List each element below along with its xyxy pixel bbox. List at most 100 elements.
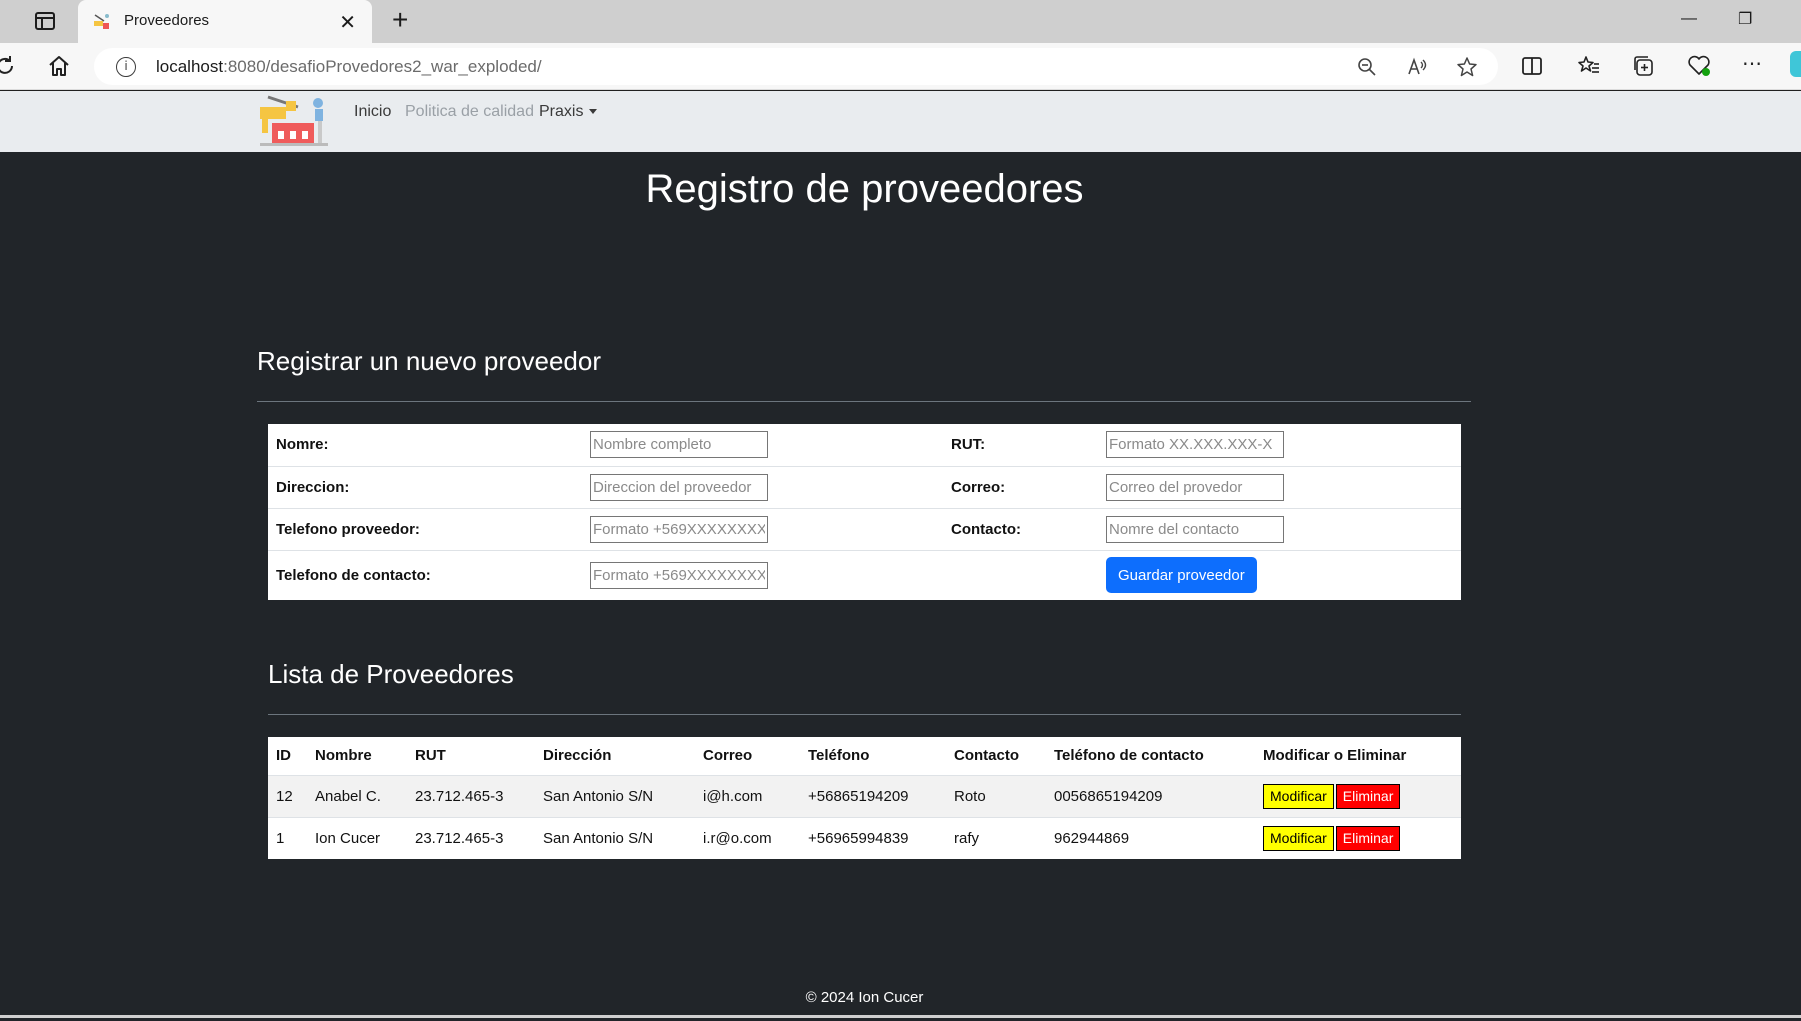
telefono-input[interactable] <box>590 515 768 543</box>
cell-nombre: Anabel C. <box>307 775 407 818</box>
direccion-input[interactable] <box>590 473 768 501</box>
telefono-cell <box>582 508 943 551</box>
cell-nombre: Ion Cucer <box>315 829 381 847</box>
cell-id: 12 <box>268 775 307 818</box>
empty-cell <box>943 550 1098 600</box>
col-header-correo: Correo <box>695 737 800 776</box>
favorites-icon[interactable] <box>1576 53 1602 79</box>
favorite-star-icon[interactable] <box>1456 56 1478 78</box>
cell-telefono: +56965994839 <box>808 829 909 847</box>
browser-essentials-icon[interactable] <box>1686 53 1712 79</box>
more-menu-icon[interactable]: ⋯ <box>1742 51 1768 77</box>
direccion-cell <box>582 466 943 509</box>
browser-toolbar: i localhost:8080/desafioProvedores2_war_… <box>0 43 1801 90</box>
page-footer: © 2024 Ion Cucer <box>805 989 924 1006</box>
cell-telefono-contacto: 0056865194209 <box>1046 775 1255 818</box>
telefono-contacto-label: Telefono de contacto: <box>276 566 431 584</box>
cell-telefono-contacto: 962944869 <box>1054 829 1130 847</box>
read-aloud-icon[interactable] <box>1406 56 1428 78</box>
form-row: Direccion: Correo: <box>268 466 1461 509</box>
cell-telefono: +56865194209 <box>800 775 946 818</box>
contacto-input[interactable] <box>1106 515 1284 543</box>
telefono-contacto-input[interactable] <box>590 561 768 589</box>
col-header-direccion: Dirección <box>535 737 695 776</box>
cell-acciones: Modificar Eliminar <box>1255 817 1461 859</box>
col-header-telefono: Teléfono <box>800 737 946 776</box>
submit-cell: Guardar proveedor <box>1098 550 1461 600</box>
table-header-row: ID Nombre RUT Dirección Correo Teléfono … <box>268 737 1461 776</box>
nombre-label: Nomre: <box>268 424 582 467</box>
rut-cell <box>1098 424 1461 467</box>
site-navbar: Inicio Politica de calidad Praxis <box>0 91 1801 152</box>
zoom-out-icon[interactable] <box>1356 56 1378 78</box>
page-title: Registro de proveedores <box>645 167 1084 211</box>
modificar-button[interactable]: Modificar <box>1263 783 1334 809</box>
direccion-label: Direccion: <box>268 466 582 509</box>
rut-label: RUT: <box>943 424 1098 467</box>
cell-rut: 23.712.465-3 <box>415 829 504 847</box>
refresh-icon[interactable] <box>0 53 18 79</box>
eliminar-button[interactable]: Eliminar <box>1335 783 1401 809</box>
contacto-label: Contacto: <box>943 508 1098 551</box>
tab-actions-icon[interactable] <box>35 12 55 30</box>
cell-contacto: Roto <box>946 775 1046 818</box>
correo-cell <box>1098 466 1461 509</box>
register-form: Nomre: RUT: Direccion: Correo: Telefono … <box>268 424 1461 600</box>
new-tab-icon[interactable]: + <box>392 6 408 34</box>
table-row: 12 Anabel C. 23.712.465-3 San Antonio S/… <box>268 775 1461 818</box>
col-header-rut: RUT <box>407 737 535 776</box>
table-row: 1 Ion Cucer 23.712.465-3 San Antonio S/N… <box>268 817 1461 859</box>
form-row: Telefono de contacto: Guardar proveedor <box>268 550 1461 600</box>
cell-rut: 23.712.465-3 <box>407 775 535 818</box>
providers-table: ID Nombre RUT Dirección Correo Teléfono … <box>268 737 1461 859</box>
correo-label: Correo: <box>943 466 1098 509</box>
guardar-proveedor-button[interactable]: Guardar proveedor <box>1106 557 1257 594</box>
home-icon[interactable] <box>46 53 72 79</box>
col-header-telefono-contacto: Teléfono de contacto <box>1046 737 1255 776</box>
minimize-icon[interactable]: — <box>1681 10 1697 28</box>
cell-correo: i.r@o.com <box>703 829 772 847</box>
nav-dropdown-praxis-label: Praxis <box>539 103 584 120</box>
tab-title: Proveedores <box>124 12 210 29</box>
nombre-input[interactable] <box>590 431 768 459</box>
nav-link-inicio[interactable]: Inicio <box>354 103 391 121</box>
cell-acciones: Modificar Eliminar <box>1255 775 1461 818</box>
section-divider <box>268 714 1461 715</box>
url-host: localhost <box>156 57 224 76</box>
cell-id: 1 <box>276 829 285 847</box>
modificar-button[interactable]: Modificar <box>1263 825 1334 851</box>
copilot-icon[interactable] <box>1790 51 1801 77</box>
col-header-contacto: Contacto <box>946 737 1046 776</box>
nombre-cell <box>582 424 943 467</box>
rut-input[interactable] <box>1106 431 1284 459</box>
url-path: :8080/desafioProvedores2_war_exploded/ <box>223 57 542 76</box>
url-text[interactable]: localhost:8080/desafioProvedores2_war_ex… <box>156 57 542 77</box>
nav-dropdown-praxis[interactable]: Praxis <box>539 103 598 121</box>
correo-input[interactable] <box>1106 473 1284 501</box>
telefono-contacto-cell <box>582 550 943 600</box>
nav-link-politica-de-calidad[interactable]: Politica de calidad <box>405 103 534 121</box>
split-screen-icon[interactable] <box>1519 53 1545 79</box>
cell-direccion: San Antonio S/N <box>543 829 654 847</box>
telefono-label: Telefono proveedor: <box>268 508 582 551</box>
col-header-nombre: Nombre <box>307 737 407 776</box>
cell-correo: i@h.com <box>695 775 800 818</box>
contacto-cell <box>1098 508 1461 551</box>
brand-logo[interactable] <box>258 93 330 149</box>
collections-icon[interactable] <box>1631 53 1657 79</box>
web-page: Inicio Politica de calidad Praxis Regist… <box>0 91 1801 1021</box>
site-info-icon[interactable]: i <box>116 57 136 77</box>
browser-tab[interactable]: Proveedores ✕ <box>78 0 372 43</box>
restore-icon[interactable]: ❐ <box>1738 9 1752 29</box>
address-bar[interactable]: i localhost:8080/desafioProvedores2_war_… <box>94 48 1498 85</box>
section-divider <box>257 401 1471 402</box>
list-section-title: Lista de Proveedores <box>268 659 514 689</box>
register-section-title: Registrar un nuevo proveedor <box>257 346 601 376</box>
cell-direccion: San Antonio S/N <box>535 775 695 818</box>
col-header-acciones: Modificar o Eliminar <box>1255 737 1461 776</box>
caret-down-icon <box>589 109 598 115</box>
close-tab-icon[interactable]: ✕ <box>339 10 356 35</box>
eliminar-button[interactable]: Eliminar <box>1335 825 1401 851</box>
window-bottom-edge <box>0 1015 1801 1018</box>
form-row: Nomre: RUT: <box>268 424 1461 467</box>
